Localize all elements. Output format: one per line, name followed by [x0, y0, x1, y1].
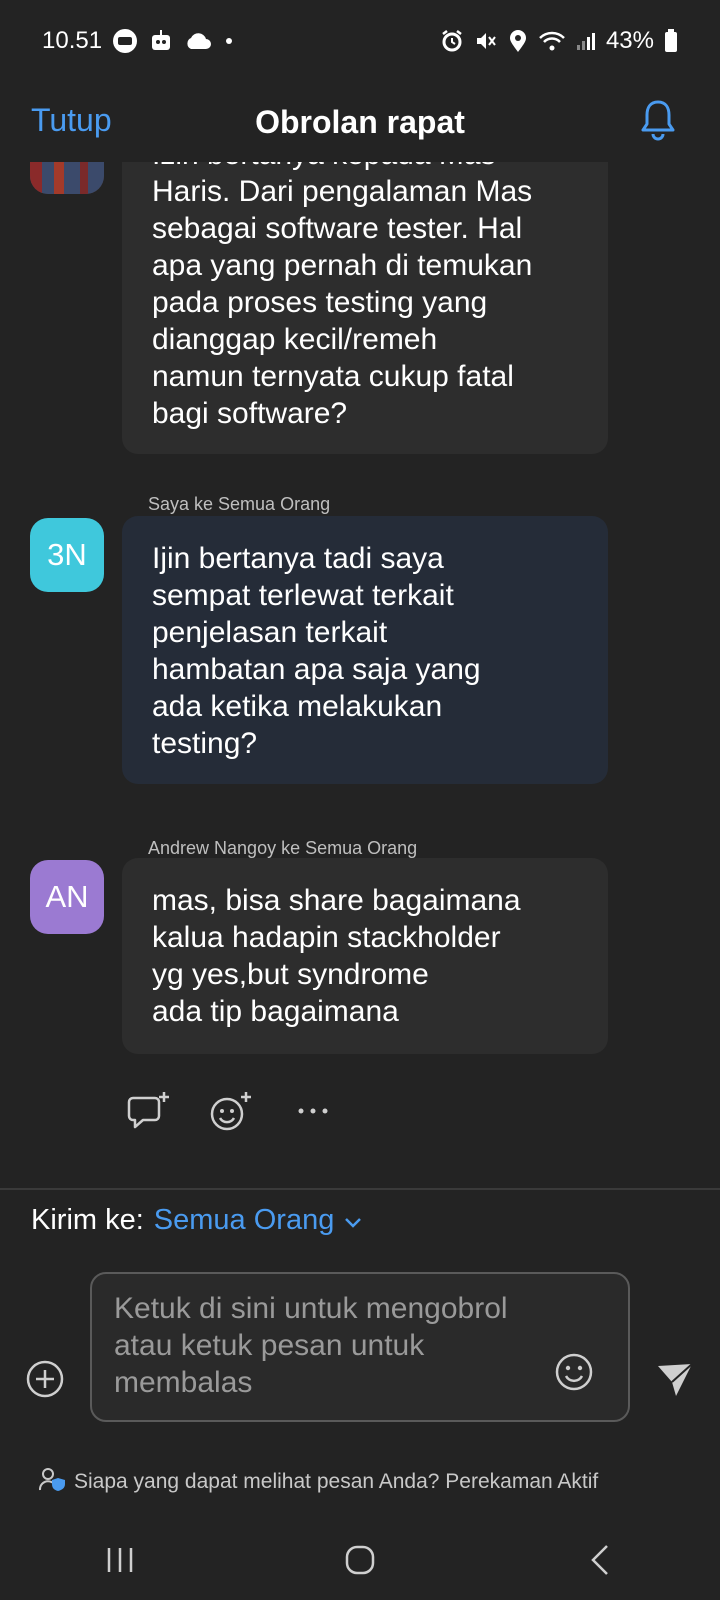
battery-percent: 43%: [605, 27, 654, 54]
cloud-notification-icon: [184, 30, 212, 52]
message-text: Izin bertanya kepada Mas Haris. Dari pen…: [152, 162, 533, 430]
meeting-chat-header: Tutup Obrolan rapat: [0, 82, 720, 162]
status-bar: 10.51 43%: [0, 0, 720, 82]
message-text: Ijin bertanya tadi saya sempat terlewat …: [152, 542, 481, 760]
alarm-icon: [440, 29, 464, 53]
send-to-recipient-dropdown[interactable]: Semua Orang: [154, 1204, 335, 1237]
signal-icon: [576, 31, 596, 51]
avatar: [30, 162, 104, 194]
message-bubble[interactable]: mas, bisa share bagaimana kalua hadapin …: [122, 858, 608, 1054]
avatar-initials: 3N: [47, 537, 87, 572]
more-icon[interactable]: [290, 1088, 336, 1134]
chat-messages-list[interactable]: Izin bertanya kepada Mas Haris. Dari pen…: [0, 162, 720, 1188]
message-bubble[interactable]: Izin bertanya kepada Mas Haris. Dari pen…: [122, 162, 608, 454]
privacy-notice[interactable]: Siapa yang dapat melihat pesan Anda? Per…: [38, 1466, 718, 1498]
message-text: mas, bisa share bagaimana kalua hadapin …: [152, 884, 521, 1028]
chevron-down-icon[interactable]: [344, 1204, 362, 1237]
page-title: Obrolan rapat: [255, 103, 465, 140]
add-attachment-button[interactable]: [26, 1360, 64, 1398]
reply-icon[interactable]: [126, 1088, 172, 1134]
privacy-text: Siapa yang dapat melihat pesan Anda? Per…: [74, 1470, 599, 1493]
close-button[interactable]: Tutup: [31, 102, 112, 139]
avatar-initials: AN: [45, 879, 89, 914]
location-icon: [508, 29, 528, 53]
divider: [0, 1188, 720, 1190]
avatar: AN: [30, 860, 104, 934]
user-shield-icon: [38, 1466, 66, 1498]
wifi-icon: [538, 30, 566, 52]
message-actions: [126, 1088, 336, 1134]
send-to-label: Kirim ke:: [31, 1204, 144, 1236]
emoji-icon[interactable]: [554, 1352, 594, 1392]
send-button[interactable]: [656, 1362, 694, 1398]
home-button[interactable]: [325, 1530, 395, 1590]
mute-icon: [474, 29, 498, 53]
chat-app-notification-icon: [112, 28, 138, 54]
system-nav-bar: [0, 1520, 720, 1600]
battery-icon: [664, 29, 678, 53]
back-button[interactable]: [565, 1530, 635, 1590]
notification-bell-icon[interactable]: [638, 98, 678, 142]
more-notifications-dot: [226, 38, 233, 44]
send-to-row[interactable]: Kirim ke: Semua Orang: [31, 1204, 362, 1237]
message-bubble[interactable]: Ijin bertanya tadi saya sempat terlewat …: [122, 516, 608, 784]
message-input[interactable]: [114, 1290, 558, 1408]
message-input-box[interactable]: [90, 1272, 630, 1422]
add-reaction-icon[interactable]: [208, 1088, 254, 1134]
recent-apps-button[interactable]: [85, 1530, 155, 1590]
message-sender: Andrew Nangoy ke Semua Orang: [148, 838, 418, 858]
message-sender: Saya ke Semua Orang: [148, 494, 331, 514]
avatar: 3N: [30, 518, 104, 592]
status-time: 10.51: [42, 27, 103, 54]
robot-notification-icon: [148, 28, 174, 54]
